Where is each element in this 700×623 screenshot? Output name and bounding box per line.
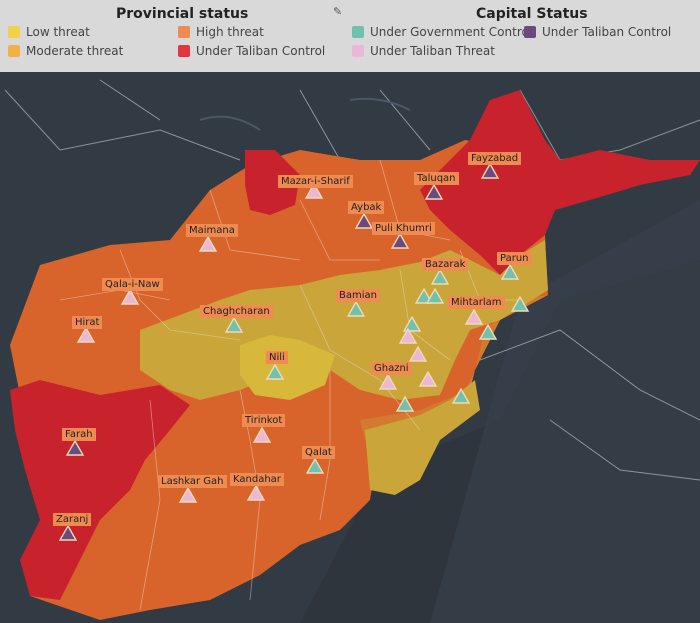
city-label-lashkar-gah: Lashkar Gah bbox=[158, 475, 227, 488]
swatch-capital-taliban-control bbox=[524, 26, 536, 38]
city-label-maimana: Maimana bbox=[186, 224, 238, 237]
city-label-parun: Parun bbox=[497, 252, 532, 265]
city-label-farah: Farah bbox=[62, 428, 96, 441]
map-legend: Provincial status ✎ Low threat High thre… bbox=[0, 0, 700, 73]
swatch-under-taliban-control bbox=[178, 45, 190, 57]
city-label-hirat: Hirat bbox=[72, 316, 103, 329]
city-label-zaranj: Zaranj bbox=[53, 513, 92, 526]
city-label-mihtarlam: Mihtarlam bbox=[448, 296, 505, 309]
city-label-nili: Nili bbox=[266, 351, 288, 364]
city-label-chaghcharan: Chaghcharan bbox=[200, 305, 273, 318]
city-label-aybak: Aybak bbox=[348, 201, 385, 214]
swatch-high-threat bbox=[178, 26, 190, 38]
capital-status-title: Capital Status bbox=[476, 6, 588, 22]
legend-item-taliban-threat[interactable]: Under Taliban Threat bbox=[352, 44, 495, 58]
city-label-bazarak: Bazarak bbox=[422, 258, 469, 271]
legend-item-capital-taliban-control[interactable]: Under Taliban Control bbox=[524, 25, 671, 39]
legend-item-moderate-threat[interactable]: Moderate threat bbox=[8, 44, 123, 58]
city-label-kandahar: Kandahar bbox=[230, 473, 284, 486]
legend-item-high-threat[interactable]: High threat bbox=[178, 25, 264, 39]
afghanistan-map[interactable] bbox=[0, 72, 700, 623]
city-label-fayzabad: Fayzabad bbox=[468, 152, 522, 165]
city-label-mazar-i-sharif: Mazar-i-Sharif bbox=[278, 175, 353, 188]
city-label-tirinkot: Tirinkot bbox=[242, 414, 286, 427]
city-label-puli-khumri: Puli Khumri bbox=[372, 222, 435, 235]
provincial-status-title: Provincial status bbox=[116, 6, 249, 22]
city-label-taluqan: Taluqan bbox=[414, 172, 459, 185]
edit-pencil-icon[interactable]: ✎ bbox=[333, 5, 342, 18]
swatch-low-threat bbox=[8, 26, 20, 38]
city-label-qala-i-naw: Qala-i-Naw bbox=[102, 278, 163, 291]
swatch-taliban-threat bbox=[352, 45, 364, 57]
swatch-gov-control bbox=[352, 26, 364, 38]
legend-item-gov-control[interactable]: Under Government Control bbox=[352, 25, 532, 39]
legend-item-low-threat[interactable]: Low threat bbox=[8, 25, 90, 39]
legend-item-under-taliban-control[interactable]: Under Taliban Control bbox=[178, 44, 325, 58]
city-label-ghazni: Ghazni bbox=[371, 362, 412, 375]
swatch-moderate-threat bbox=[8, 45, 20, 57]
city-label-bamian: Bamian bbox=[336, 289, 380, 302]
city-label-qalat: Qalat bbox=[302, 446, 335, 459]
